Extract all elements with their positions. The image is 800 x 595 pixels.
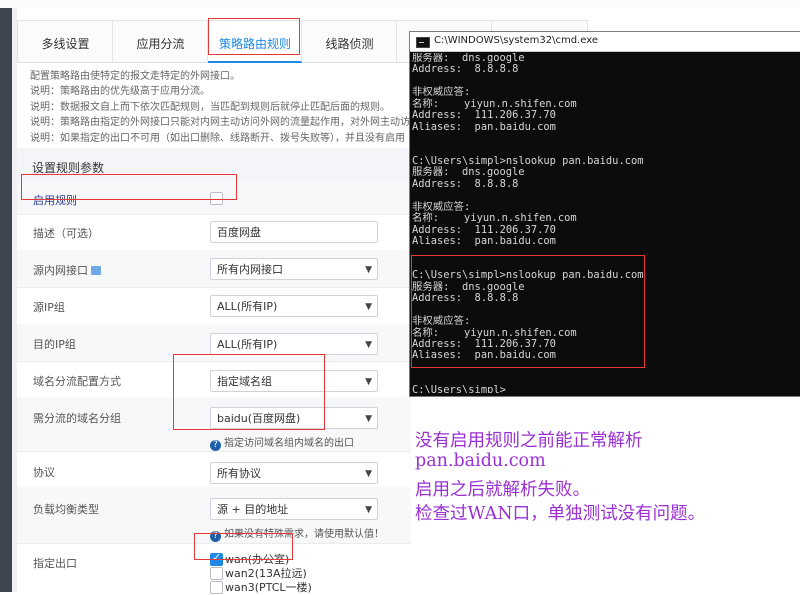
- cmd-line: Aliases: pan.baidu.com: [412, 235, 556, 247]
- source-ip-select[interactable]: ALL(所有IP) ▼: [210, 295, 378, 317]
- description-line: 配置策略路由使特定的报文走特定的外网接口。: [30, 71, 240, 82]
- exit-wan2-checkbox[interactable]: [210, 567, 223, 580]
- cmd-line: Address: 8.8.8.8: [412, 292, 519, 305]
- description-block: 配置策略路由使特定的报文走特定的外网接口。 说明：策略路由的优先级高于应用分流。…: [30, 69, 420, 146]
- domain-mode-label: 域名分流配置方式: [33, 375, 121, 388]
- section-title: 设置规则参数: [32, 161, 105, 175]
- cmd-line: Address: 8.8.8.8: [412, 177, 519, 190]
- cmd-line: 非权威应答:: [412, 315, 471, 328]
- cmd-window[interactable]: C:\WINDOWS\system32\cmd.exe 服务器: dns.goo…: [409, 31, 800, 397]
- description-line: 说明：策略路由指定的外网接口只能对内网主动访问外网的流量起作用，对外网主动访问: [30, 117, 420, 129]
- dropdown-arrow-icon: ▼: [365, 505, 372, 515]
- note-line: 启用之后就解析失败。: [415, 480, 590, 500]
- left-sidebar: [0, 8, 12, 592]
- row-enable-rule: 启用规则: [17, 182, 411, 215]
- cmd-line: Aliases: pan.baidu.com: [412, 120, 556, 133]
- cmd-line: [412, 362, 798, 373]
- question-icon: ?: [210, 531, 221, 542]
- note-line: pan.baidu.com: [415, 451, 546, 471]
- row-source-ip: 源IP组 ALL(所有IP) ▼: [17, 287, 411, 325]
- dropdown-arrow-icon: ▼: [365, 377, 372, 387]
- dropdown-arrow-icon: ▼: [365, 469, 372, 479]
- source-interface-label: 源内网接口: [33, 262, 101, 278]
- tab-app-split[interactable]: 应用分流: [112, 20, 209, 62]
- exit-wan-checkbox[interactable]: [210, 551, 223, 566]
- tab-line-detect[interactable]: 线路侦测: [301, 20, 398, 62]
- cmd-line: 名称: yiyun.n.shifen.com: [412, 212, 577, 225]
- row-lb-type: 负载均衡类型 源 + 目的地址 ▼ ? 如果没有特殊需求，请使用默认值！: [17, 487, 411, 544]
- cmd-output[interactable]: 服务器: dns.google Address: 8.8.8.8 非权威应答: 名称:…: [412, 53, 798, 393]
- exit-label: 指定出口: [33, 557, 77, 570]
- enable-rule-checkbox[interactable]: [210, 192, 223, 205]
- description-line: 说明：策略路由的优先级高于应用分流。: [30, 86, 210, 98]
- cmd-title-bar[interactable]: C:\WINDOWS\system32\cmd.exe: [410, 32, 800, 52]
- question-icon: ?: [210, 440, 221, 451]
- protocol-label: 协议: [33, 466, 55, 479]
- dropdown-arrow-icon: ▼: [365, 340, 372, 350]
- note-line: 没有启用规则之前能正常解析: [415, 431, 643, 451]
- exit-wan3-checkbox[interactable]: [210, 581, 223, 594]
- enable-rule-label: 启用规则: [33, 194, 77, 207]
- description-input[interactable]: 百度网盘: [210, 221, 378, 243]
- row-domain-mode: 域名分流配置方式 指定域名组 ▼: [17, 361, 411, 398]
- tab-policy-routing[interactable]: 策略路由规则: [207, 20, 303, 63]
- exit-wan3-label: wan3(PTCL一楼): [225, 581, 312, 594]
- cmd-line: [412, 373, 798, 384]
- source-ip-label: 源IP组: [33, 301, 65, 314]
- dropdown-arrow-icon: ▼: [365, 265, 372, 275]
- row-protocol: 协议 所有协议 ▼: [17, 451, 411, 488]
- row-domain-group: 需分流的域名分组 baidu(百度网盘) ▼ ? 指定访问域名组内域名的出口: [17, 397, 411, 452]
- note-line: 检查过WAN口，单独测试没有问题。: [415, 504, 706, 524]
- domain-group-hint: ? 指定访问域名组内域名的出口: [210, 434, 354, 451]
- info-icon[interactable]: [91, 266, 101, 275]
- domain-group-select[interactable]: baidu(百度网盘) ▼: [210, 407, 378, 429]
- lb-type-hint: ? 如果没有特殊需求，请使用默认值！: [210, 525, 384, 542]
- domain-group-label: 需分流的域名分组: [33, 412, 121, 425]
- cmd-line: Address: 111.206.37.70: [412, 109, 556, 122]
- description-line: 说明：数据报文自上而下依次匹配规则，当匹配到规则后就停止匹配后面的规则。: [30, 101, 390, 113]
- row-description: 描述（可选） 百度网盘: [17, 214, 411, 251]
- source-interface-select[interactable]: 所有内网接口 ▼: [210, 258, 378, 280]
- description-line: 说明：如果指定的出口不可用（如出口删除、线路断开、拨号失败等），并且没有启用: [30, 132, 405, 144]
- lb-type-label: 负载均衡类型: [33, 503, 99, 516]
- description-label: 描述（可选）: [33, 227, 99, 240]
- console-icon: [416, 37, 430, 48]
- lb-type-select[interactable]: 源 + 目的地址 ▼: [210, 498, 378, 520]
- cmd-line: Address: 8.8.8.8: [412, 63, 519, 76]
- cmd-title: C:\WINDOWS\system32\cmd.exe: [434, 35, 598, 46]
- destination-ip-select[interactable]: ALL(所有IP) ▼: [210, 333, 378, 355]
- cmd-line: [412, 247, 798, 258]
- dropdown-arrow-icon: ▼: [365, 302, 372, 312]
- destination-ip-label: 目的IP组: [33, 338, 76, 351]
- row-exit: 指定出口 wan(办公室) wan2(13A拉远) wan3(PTCL一楼): [17, 543, 411, 594]
- cmd-line: Aliases: pan.baidu.com: [412, 349, 556, 362]
- tab-multiline[interactable]: 多线设置: [17, 20, 114, 62]
- dropdown-arrow-icon: ▼: [365, 414, 372, 424]
- row-source-interface: 源内网接口 所有内网接口 ▼: [17, 250, 411, 288]
- protocol-select[interactable]: 所有协议 ▼: [210, 462, 378, 484]
- domain-mode-select[interactable]: 指定域名组 ▼: [210, 370, 378, 392]
- row-destination-ip: 目的IP组 ALL(所有IP) ▼: [17, 324, 411, 362]
- cmd-line: [412, 190, 798, 201]
- cmd-line: C:\Users\simpl>_: [412, 383, 513, 393]
- cmd-line: [412, 133, 798, 144]
